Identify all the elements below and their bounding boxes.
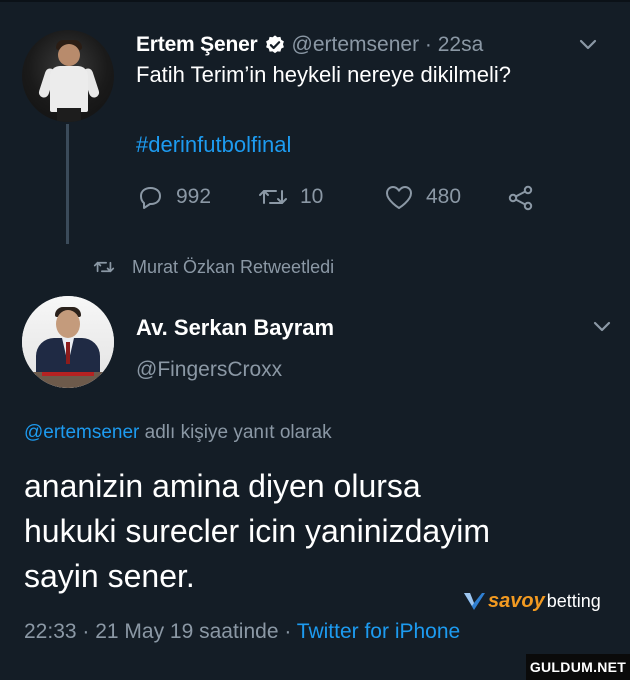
- heart-icon: [386, 186, 412, 209]
- tweet2-text: ananizin amina diyen olursa hukuki surec…: [24, 464, 614, 599]
- tweet1-text: Fatih Terim’in heykeli nereye dikilmeli?: [136, 62, 511, 87]
- reply-context-text: adlı kişiye yanıt olarak: [139, 422, 332, 443]
- guldum-watermark: GULDUM.NET: [526, 654, 630, 680]
- savoy-logo-icon: [464, 593, 485, 610]
- tweet2-footer: 22:33 · 21 May 19 saatinde · Twitter for…: [24, 620, 460, 644]
- tweet2-author-handle[interactable]: @FingersCroxx: [136, 358, 282, 382]
- reply-mention-link[interactable]: @ertemsener: [24, 422, 139, 443]
- retweet-arrows-icon: [259, 190, 287, 204]
- savoy-watermark: savoy betting: [462, 584, 601, 618]
- retweet-small-icon: [93, 261, 115, 273]
- tweet1-author-handle[interactable]: @ertemsener · 22sa: [292, 33, 484, 57]
- reply-button[interactable]: 992: [136, 180, 211, 214]
- tweet2-author-name[interactable]: Av. Serkan Bayram: [136, 315, 334, 341]
- reply-context: @ertemsener adlı kişiye yanıt olarak: [24, 422, 332, 444]
- tweet1-hashtag-link[interactable]: #derinfutbolfinal: [136, 132, 291, 158]
- chevron-down-icon[interactable]: [592, 320, 612, 334]
- retweet-button[interactable]: 10: [258, 180, 323, 214]
- avatar-serkan-bayram[interactable]: [22, 296, 114, 388]
- retweet-count: 10: [300, 185, 324, 208]
- tweet2-text-line: ananizin amina diyen olursa: [24, 468, 421, 504]
- verified-badge-icon: [265, 35, 284, 54]
- share-button[interactable]: [506, 180, 548, 214]
- savoy-brand-text: savoy: [488, 589, 545, 612]
- tweet2-text-line: hukuki surecler icin yaninizdayim: [24, 513, 490, 549]
- reply-bubble-icon: [140, 187, 161, 209]
- savoy-suffix-text: betting: [546, 590, 601, 611]
- avatar-ertem-sener[interactable]: [22, 30, 114, 122]
- top-divider: [0, 0, 630, 2]
- reply-count: 992: [176, 185, 212, 208]
- tweet2-timestamp[interactable]: 22:33 · 21 May 19 saatinde ·: [24, 620, 297, 643]
- chevron-down-icon[interactable]: [578, 38, 598, 52]
- retweet-notice: Murat Özkan Retweetledi: [92, 254, 334, 280]
- tweet1-action-bar: 992 10 480: [136, 180, 576, 214]
- tweet1-header: Ertem Şener @ertemsener · 22sa: [136, 30, 616, 60]
- like-count: 480: [426, 185, 462, 208]
- tweet2-client-link[interactable]: Twitter for iPhone: [297, 620, 460, 643]
- retweet-notice-text[interactable]: Murat Özkan Retweetledi: [132, 257, 334, 278]
- tweet1-author-name[interactable]: Ertem Şener: [136, 33, 258, 57]
- thread-connector-line: [66, 124, 69, 244]
- share-icon: [508, 185, 533, 211]
- like-button[interactable]: 480: [384, 180, 461, 214]
